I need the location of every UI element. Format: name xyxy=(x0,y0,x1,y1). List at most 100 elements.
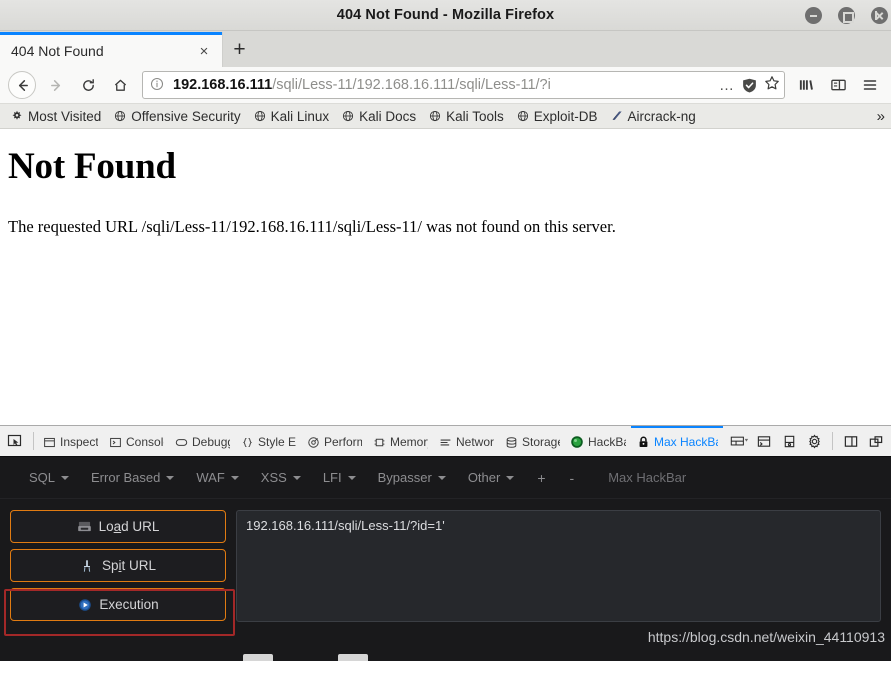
bookmark-label: Exploit-DB xyxy=(533,108,598,124)
reload-button[interactable] xyxy=(72,69,104,101)
hackbar-menu-bypasser[interactable]: Bypasser xyxy=(367,466,457,489)
aircrack-icon xyxy=(610,109,624,123)
url-text[interactable]: 192.168.16.111/sqli/Less-11/192.168.16.1… xyxy=(173,77,713,93)
devtools-tab-label: Memory xyxy=(390,435,428,449)
globe-icon xyxy=(516,109,530,123)
chevron-down-icon xyxy=(61,475,70,480)
hackbar-menu-other[interactable]: Other xyxy=(457,466,526,489)
devtools-tab-hackbar[interactable]: HackBar xyxy=(565,426,631,456)
button-label: Spit URL xyxy=(101,558,157,573)
hackbar-menu-lfi[interactable]: LFI xyxy=(312,466,367,489)
page-content: Not Found The requested URL /sqli/Less-1… xyxy=(0,129,891,425)
menu-label: Bypasser xyxy=(377,470,432,485)
url-path: /sqli/Less-11/192.168.16.111/sqli/Less-1… xyxy=(272,77,551,93)
bookmark-kali-tools[interactable]: Kali Tools xyxy=(422,105,510,127)
element-picker-icon[interactable] xyxy=(0,426,30,456)
maximize-button[interactable] xyxy=(838,7,855,24)
bottom-partial-button[interactable] xyxy=(338,654,368,661)
new-tab-button[interactable]: + xyxy=(222,32,256,67)
bookmark-exploit-db[interactable]: Exploit-DB xyxy=(510,105,604,127)
split-console-icon[interactable] xyxy=(753,430,775,452)
navigation-toolbar: 192.168.16.111/sqli/Less-11/192.168.16.1… xyxy=(0,67,891,104)
devtools-tab-label: Storage xyxy=(522,435,560,449)
toolbar-divider xyxy=(832,432,833,450)
devtools-tab-label: Debugger xyxy=(192,435,230,449)
home-button[interactable] xyxy=(104,69,136,101)
devtools-tab-storage[interactable]: Storage xyxy=(499,426,565,456)
responsive-design-mode-icon[interactable] xyxy=(728,430,750,452)
bookmark-offensive-security[interactable]: Offensive Security xyxy=(107,105,246,127)
devtools-tab-console[interactable]: Console xyxy=(103,426,169,456)
back-button[interactable] xyxy=(8,71,36,99)
forward-button[interactable] xyxy=(40,69,72,101)
bookmark-kali-docs[interactable]: Kali Docs xyxy=(335,105,422,127)
bookmark-label: Offensive Security xyxy=(131,108,241,124)
page-actions-icon[interactable]: … xyxy=(719,77,735,94)
network-icon xyxy=(438,435,452,449)
globe-icon xyxy=(113,109,127,123)
tab-close-icon[interactable]: × xyxy=(194,41,214,61)
chevron-down-icon xyxy=(506,475,515,480)
max-hackbar-panel: SQL Error Based WAF XSS LFI Bypasser Oth… xyxy=(0,456,891,661)
load-url-button[interactable]: Load URL xyxy=(10,510,226,543)
hackbar-body: Load URL Spit URL Execution xyxy=(0,499,891,622)
url-bar[interactable]: 192.168.16.111/sqli/Less-11/192.168.16.1… xyxy=(142,71,785,99)
star-burst-icon xyxy=(10,109,24,123)
tracking-protection-icon[interactable] xyxy=(741,77,758,94)
load-url-icon xyxy=(77,519,92,534)
inspector-icon xyxy=(42,435,56,449)
window-controls xyxy=(805,0,891,31)
devtools-tab-style-editor[interactable]: Style Editor xyxy=(235,426,301,456)
performance-icon xyxy=(306,435,320,449)
hackbar-menu-error-based[interactable]: Error Based xyxy=(80,466,185,489)
execution-icon xyxy=(77,597,92,612)
bookmark-most-visited[interactable]: Most Visited xyxy=(4,105,107,127)
devtools-tab-performance[interactable]: Performance xyxy=(301,426,367,456)
split-url-button[interactable]: Spit URL xyxy=(10,549,226,582)
bookmarks-overflow-icon[interactable]: » xyxy=(872,104,889,128)
hackbar-add-button[interactable]: + xyxy=(525,466,557,490)
execution-button[interactable]: Execution xyxy=(10,588,226,621)
split-url-icon xyxy=(80,558,95,573)
chevron-down-icon xyxy=(166,475,175,480)
globe-icon xyxy=(253,109,267,123)
devtools-tab-label: Max HackBar xyxy=(654,435,718,449)
minimize-button[interactable] xyxy=(805,7,822,24)
tab-strip: 404 Not Found × + xyxy=(0,31,891,67)
library-icon[interactable] xyxy=(791,69,821,101)
bookmark-star-icon[interactable] xyxy=(764,75,780,96)
devtools-tab-debugger[interactable]: Debugger xyxy=(169,426,235,456)
devtools-tab-max-hackbar[interactable]: Max HackBar xyxy=(631,426,723,456)
hackbar-remove-button[interactable]: - xyxy=(558,466,587,490)
bookmark-aircrack-ng[interactable]: Aircrack-ng xyxy=(604,105,702,127)
app-menu-icon[interactable] xyxy=(855,69,885,101)
bottom-partial-button[interactable] xyxy=(243,654,273,661)
console-icon xyxy=(108,435,122,449)
chevron-down-icon xyxy=(292,475,301,480)
dock-separate-window-icon[interactable] xyxy=(865,430,887,452)
screenshot-icon[interactable] xyxy=(778,430,800,452)
close-button[interactable] xyxy=(871,7,888,24)
sidebar-icon[interactable] xyxy=(823,69,853,101)
hackbar-menu-xss[interactable]: XSS xyxy=(250,466,312,489)
hackbar-menu-waf[interactable]: WAF xyxy=(185,466,249,489)
devtools-tab-memory[interactable]: Memory xyxy=(367,426,433,456)
hackbar-url-input[interactable] xyxy=(236,510,881,622)
bookmark-label: Most Visited xyxy=(28,108,102,124)
site-info-icon[interactable] xyxy=(150,77,166,93)
devtools-tab-inspector[interactable]: Inspector xyxy=(37,426,103,456)
window-title: 404 Not Found - Mozilla Firefox xyxy=(336,7,555,23)
bookmark-kali-linux[interactable]: Kali Linux xyxy=(247,105,336,127)
devtools-tab-label: HackBar xyxy=(588,435,626,449)
chevron-down-icon xyxy=(437,475,446,480)
devtools-tab-network[interactable]: Network xyxy=(433,426,499,456)
debugger-icon xyxy=(174,435,188,449)
hackbar-menu-sql[interactable]: SQL xyxy=(18,466,80,489)
devtools-tab-label: Performance xyxy=(324,435,362,449)
menu-label: SQL xyxy=(29,470,56,485)
browser-tab[interactable]: 404 Not Found × xyxy=(0,32,222,67)
devtools-settings-icon[interactable] xyxy=(803,430,825,452)
toolbar-divider xyxy=(33,432,34,450)
storage-icon xyxy=(504,435,518,449)
dock-side-icon[interactable] xyxy=(840,430,862,452)
